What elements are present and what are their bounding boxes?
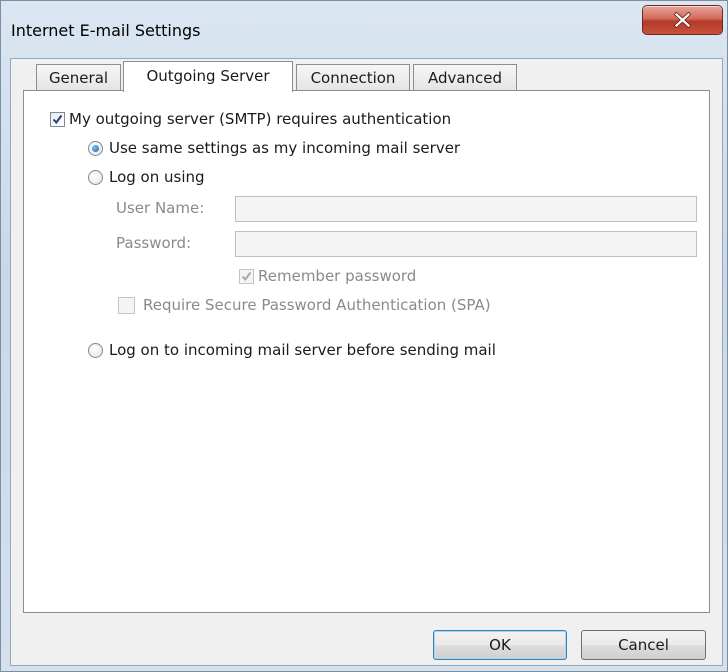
checkbox-box[interactable]: [118, 296, 135, 314]
password-field[interactable]: [235, 231, 697, 257]
check-icon: [52, 114, 63, 124]
tab-general[interactable]: General: [36, 64, 121, 91]
remember-password-label: Remember password: [258, 267, 417, 285]
remember-password-checkbox[interactable]: Remember password: [239, 265, 416, 287]
spa-label: Require Secure Password Authentication (…: [143, 296, 491, 314]
tab-advanced[interactable]: Advanced: [413, 64, 517, 91]
tab-label: General: [48, 69, 109, 87]
radio-dot: [92, 144, 99, 152]
user-name-label: User Name:: [116, 199, 205, 217]
requires-auth-label: My outgoing server (SMTP) requires authe…: [69, 110, 452, 128]
spa-checkbox[interactable]: Require Secure Password Authentication (…: [118, 294, 491, 316]
window-title: Internet E-mail Settings: [11, 21, 201, 40]
radio-button[interactable]: [88, 169, 103, 185]
check-icon: [241, 271, 252, 281]
log-on-before-sending-label: Log on to incoming mail server before se…: [109, 341, 496, 359]
radio-button[interactable]: [88, 342, 103, 358]
tab-label: Connection: [310, 69, 396, 87]
title-bar[interactable]: Internet E-mail Settings: [1, 1, 727, 57]
close-icon: [673, 11, 692, 29]
log-on-before-sending-radio[interactable]: Log on to incoming mail server before se…: [88, 339, 496, 361]
tab-outgoing-server[interactable]: Outgoing Server: [123, 61, 293, 92]
checkbox-box[interactable]: [239, 268, 254, 284]
cancel-button[interactable]: Cancel: [581, 630, 706, 660]
log-on-using-label: Log on using: [109, 168, 205, 186]
tab-connection[interactable]: Connection: [296, 64, 410, 91]
same-settings-radio[interactable]: Use same settings as my incoming mail se…: [88, 137, 460, 159]
dialog-window: Internet E-mail Settings General Outgoin…: [0, 0, 728, 672]
log-on-using-radio[interactable]: Log on using: [88, 166, 205, 188]
same-settings-label: Use same settings as my incoming mail se…: [109, 139, 461, 157]
radio-button[interactable]: [88, 140, 103, 156]
user-name-field[interactable]: [235, 196, 697, 222]
ok-button[interactable]: OK: [433, 630, 567, 660]
checkbox-box[interactable]: [50, 111, 65, 127]
requires-auth-checkbox[interactable]: My outgoing server (SMTP) requires authe…: [50, 108, 451, 130]
tab-label: Outgoing Server: [146, 67, 270, 85]
tab-label: Advanced: [427, 69, 503, 87]
password-label: Password:: [116, 234, 192, 252]
close-button[interactable]: [642, 5, 723, 35]
